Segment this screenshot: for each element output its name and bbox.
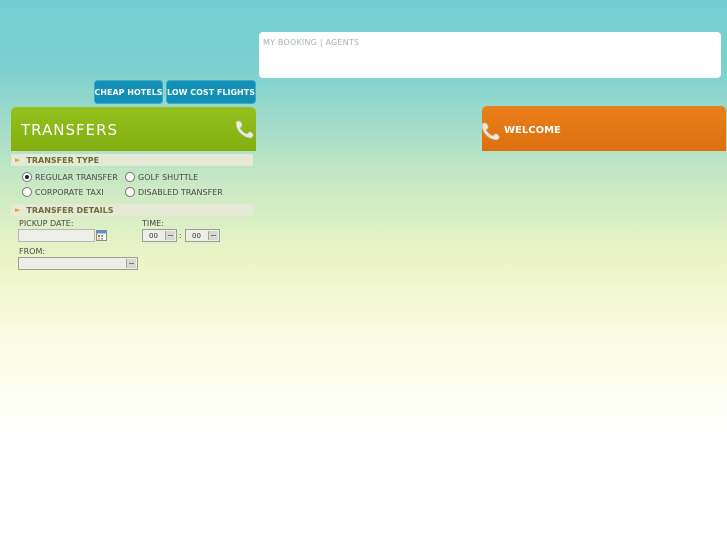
my-booking-link[interactable]: MY BOOKING (263, 38, 317, 47)
top-links-box: MY BOOKING | AGENTS (259, 32, 721, 78)
transfer-type-section: ► TRANSFER TYPE (11, 154, 253, 166)
dropdown-arrow-icon[interactable] (165, 231, 175, 240)
radio-regular-transfer[interactable]: REGULAR TRANSFER (22, 172, 118, 182)
radio-button[interactable] (22, 187, 32, 197)
from-select[interactable] (18, 257, 138, 270)
dropdown-arrow-icon[interactable] (126, 259, 136, 268)
time-colon: : (179, 231, 182, 240)
phone-handset-icon (235, 120, 254, 139)
radio-button[interactable] (125, 187, 135, 197)
phone-handset-icon (481, 122, 500, 141)
radio-label: CORPORATE TAXI (35, 187, 104, 197)
low-cost-flights-button[interactable]: LOW COST FLIGHTS (166, 80, 256, 104)
hour-select[interactable]: 00 (142, 229, 177, 242)
section-arrow-icon: ► (15, 156, 21, 164)
radio-label: GOLF SHUTTLE (138, 172, 199, 182)
minute-select[interactable]: 00 (185, 229, 220, 242)
transfers-panel-header: TRANSFERS (11, 107, 256, 151)
radio-disabled-transfer[interactable]: DISABLED TRANSFER (125, 187, 223, 197)
pickup-date-label: PICKUP DATE: (19, 219, 74, 228)
welcome-title: WELCOME (504, 125, 561, 136)
minute-value: 00 (192, 231, 201, 240)
dropdown-arrow-icon[interactable] (208, 231, 218, 240)
hour-value: 00 (149, 231, 158, 240)
agents-link[interactable]: AGENTS (325, 38, 359, 47)
section-heading: TRANSFER DETAILS (26, 205, 114, 215)
welcome-panel-header: WELCOME (481, 106, 726, 151)
calendar-icon[interactable] (96, 230, 107, 241)
top-links: MY BOOKING | AGENTS (263, 38, 359, 47)
radio-label: DISABLED TRANSFER (138, 187, 223, 197)
time-label: TIME: (142, 219, 164, 228)
radio-button[interactable] (22, 172, 32, 182)
radio-button[interactable] (125, 172, 135, 182)
radio-corporate-taxi[interactable]: CORPORATE TAXI (22, 187, 104, 197)
panel-title: TRANSFERS (21, 121, 119, 139)
radio-golf-shuttle[interactable]: GOLF SHUTTLE (125, 172, 198, 182)
from-label: FROM: (19, 247, 46, 256)
pickup-date-input[interactable] (18, 229, 95, 242)
section-heading: TRANSFER TYPE (26, 155, 100, 165)
radio-label: REGULAR TRANSFER (35, 172, 118, 182)
section-arrow-icon: ► (15, 206, 21, 214)
transfer-details-section: ► TRANSFER DETAILS (11, 204, 253, 216)
link-separator: | (319, 38, 323, 47)
cheap-hotels-button[interactable]: CHEAP HOTELS (94, 80, 163, 104)
